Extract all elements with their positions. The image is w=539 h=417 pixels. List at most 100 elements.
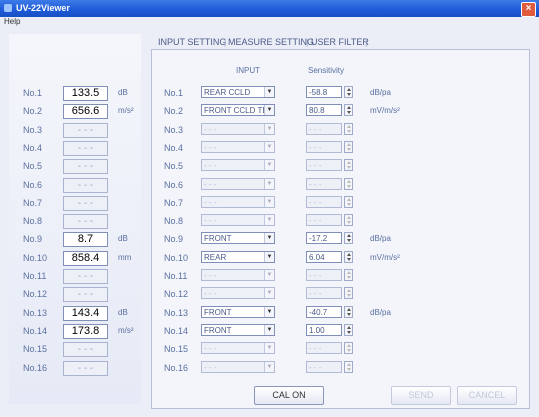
tab-measure-setting[interactable]: MEASURE SETTING xyxy=(228,35,314,49)
sensitivity-spinner[interactable] xyxy=(344,361,353,373)
sensitivity-spinner[interactable] xyxy=(344,159,353,171)
sensitivity-spinner[interactable] xyxy=(344,214,353,226)
channel-value: - - - xyxy=(63,178,108,193)
dropdown-arrow-icon: ▼ xyxy=(264,252,274,262)
sensitivity-column-header: Sensitivity xyxy=(308,66,345,75)
sensitivity-unit: dB/pa xyxy=(370,234,391,243)
input-column-header: INPUT xyxy=(236,66,260,75)
sensitivity-input[interactable]: - - - xyxy=(306,269,342,281)
input-select[interactable]: REAR ▼ xyxy=(201,251,275,263)
input-channel-label: No.13 xyxy=(164,308,189,318)
channel-label: No.8 xyxy=(23,216,43,226)
input-select[interactable]: FRONT ▼ xyxy=(201,232,275,244)
sensitivity-unit: dB/pa xyxy=(370,88,391,97)
input-select-value: REAR xyxy=(204,253,227,262)
dropdown-arrow-icon: ▼ xyxy=(264,142,274,152)
menu-help[interactable]: Help xyxy=(4,17,20,26)
dropdown-arrow-icon: ▼ xyxy=(264,160,274,170)
channel-label: No.11 xyxy=(23,271,47,281)
sensitivity-input[interactable]: - - - xyxy=(306,342,342,354)
channel-unit: dB xyxy=(118,308,128,317)
cal-on-button[interactable]: CAL ON xyxy=(254,386,324,405)
sensitivity-input[interactable]: - - - xyxy=(306,361,342,373)
dropdown-arrow-icon: ▼ xyxy=(264,197,274,207)
sensitivity-input[interactable]: 6.04 xyxy=(306,251,342,263)
channel-label: No.14 xyxy=(23,326,48,336)
sensitivity-input[interactable]: - - - xyxy=(306,159,342,171)
sensitivity-spinner[interactable] xyxy=(344,342,353,354)
sensitivity-spinner[interactable] xyxy=(344,196,353,208)
sensitivity-unit: mV/m/s² xyxy=(370,253,400,262)
tab-user-filter[interactable]: USER FILTER xyxy=(311,35,369,49)
dropdown-arrow-icon: ▼ xyxy=(264,105,274,115)
sensitivity-input[interactable]: - - - xyxy=(306,287,342,299)
sensitivity-input[interactable]: - - - xyxy=(306,214,342,226)
sensitivity-input[interactable]: -58.8 xyxy=(306,86,342,98)
input-channel-label: No.5 xyxy=(164,161,184,171)
input-select[interactable]: - - - ▼ xyxy=(201,196,275,208)
channel-value: 656.6 xyxy=(63,104,108,119)
sensitivity-input[interactable]: - - - xyxy=(306,141,342,153)
channel-label: No.1 xyxy=(23,88,43,98)
close-button[interactable]: × xyxy=(521,2,536,17)
dropdown-arrow-icon: ▼ xyxy=(264,362,274,372)
sensitivity-spinner[interactable] xyxy=(344,269,353,281)
input-select[interactable]: - - - ▼ xyxy=(201,141,275,153)
sensitivity-unit: dB/pa xyxy=(370,308,391,317)
sensitivity-spinner[interactable] xyxy=(344,306,353,318)
input-select[interactable]: FRONT ▼ xyxy=(201,324,275,336)
sensitivity-spinner[interactable] xyxy=(344,86,353,98)
sensitivity-spinner[interactable] xyxy=(344,324,353,336)
input-select[interactable]: - - - ▼ xyxy=(201,159,275,171)
sensitivity-spinner[interactable] xyxy=(344,251,353,263)
input-select-value: FRONT xyxy=(204,234,232,243)
channel-unit: m/s² xyxy=(118,326,134,335)
dropdown-arrow-icon: ▼ xyxy=(264,124,274,134)
sensitivity-input[interactable]: 1.00 xyxy=(306,324,342,336)
input-select[interactable]: FRONT ▼ xyxy=(201,306,275,318)
channel-value: 858.4 xyxy=(63,251,108,266)
channel-value: - - - xyxy=(63,269,108,284)
input-channel-label: No.11 xyxy=(164,271,188,281)
channel-unit: dB xyxy=(118,234,128,243)
channel-value: - - - xyxy=(63,214,108,229)
channel-label: No.5 xyxy=(23,161,43,171)
input-channel-label: No.12 xyxy=(164,289,189,299)
input-select[interactable]: - - - ▼ xyxy=(201,123,275,135)
cancel-button[interactable]: CANCEL xyxy=(457,386,517,405)
input-select[interactable]: - - - ▼ xyxy=(201,214,275,226)
sensitivity-spinner[interactable] xyxy=(344,141,353,153)
channel-label: No.7 xyxy=(23,198,43,208)
input-select[interactable]: - - - ▼ xyxy=(201,269,275,281)
channel-value: 8.7 xyxy=(63,232,108,247)
window-title: UV-22Viewer xyxy=(16,3,70,13)
channel-label: No.13 xyxy=(23,308,48,318)
sensitivity-input[interactable]: - - - xyxy=(306,196,342,208)
input-channel-label: No.8 xyxy=(164,216,184,226)
input-select[interactable]: - - - ▼ xyxy=(201,178,275,190)
sensitivity-input[interactable]: 80.8 xyxy=(306,104,342,116)
channel-value: - - - xyxy=(63,361,108,376)
sensitivity-spinner[interactable] xyxy=(344,287,353,299)
input-select[interactable]: - - - ▼ xyxy=(201,287,275,299)
send-button[interactable]: SEND xyxy=(391,386,451,405)
sensitivity-spinner[interactable] xyxy=(344,232,353,244)
sensitivity-input[interactable]: -17.2 xyxy=(306,232,342,244)
input-select[interactable]: - - - ▼ xyxy=(201,361,275,373)
input-select[interactable]: FRONT CCLD TEDS ▼ xyxy=(201,104,275,116)
tab-input-setting[interactable]: INPUT SETTING xyxy=(158,35,226,49)
input-channel-label: No.1 xyxy=(164,88,184,98)
channel-label: No.15 xyxy=(23,344,48,354)
input-select[interactable]: - - - ▼ xyxy=(201,342,275,354)
sensitivity-spinner[interactable] xyxy=(344,104,353,116)
sensitivity-spinner[interactable] xyxy=(344,123,353,135)
sensitivity-spinner[interactable] xyxy=(344,178,353,190)
dropdown-arrow-icon: ▼ xyxy=(264,325,274,335)
sensitivity-input[interactable]: - - - xyxy=(306,123,342,135)
input-select[interactable]: REAR CCLD ▼ xyxy=(201,86,275,98)
input-channel-label: No.3 xyxy=(164,125,184,135)
sensitivity-input[interactable]: - - - xyxy=(306,178,342,190)
sensitivity-input[interactable]: -40.7 xyxy=(306,306,342,318)
input-select-value: FRONT xyxy=(204,326,232,335)
channel-label: No.4 xyxy=(23,143,43,153)
